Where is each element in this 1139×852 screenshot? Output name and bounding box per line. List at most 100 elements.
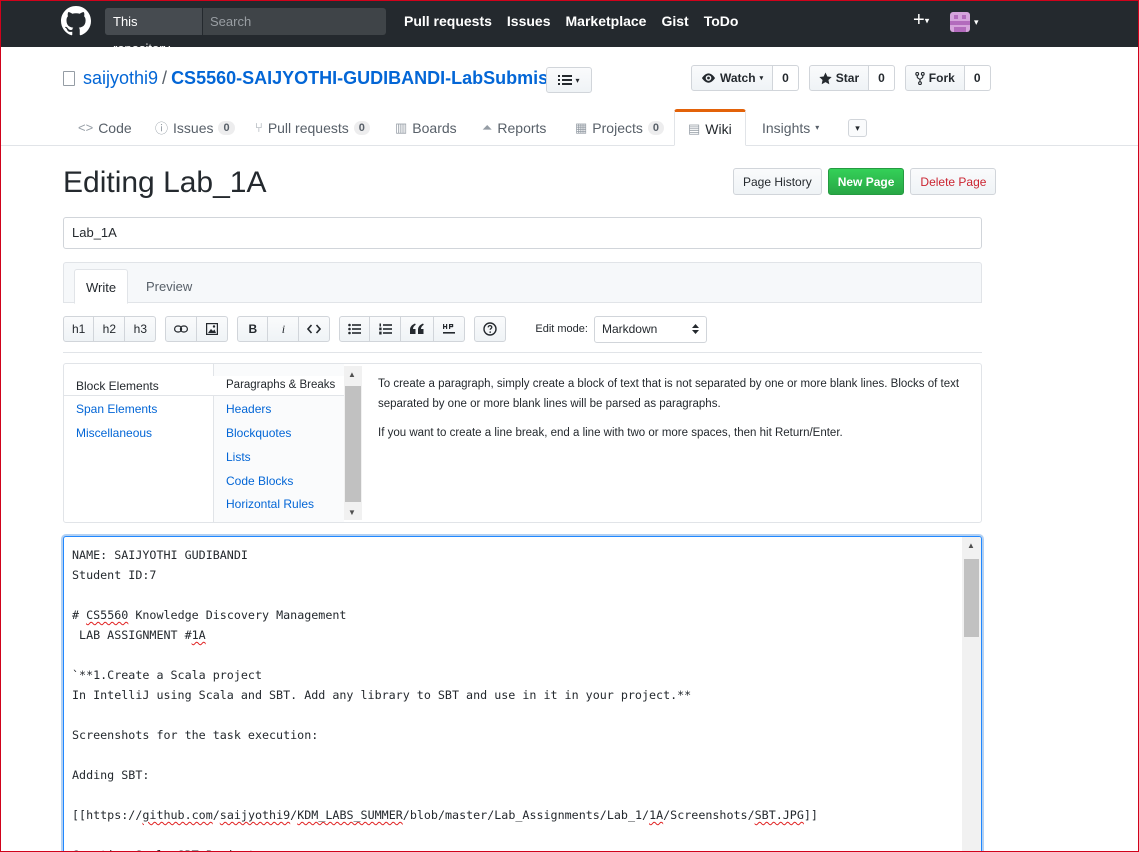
help-topic-horizontal-rules[interactable]: Horizontal Rules — [226, 497, 314, 511]
help-button[interactable] — [474, 316, 507, 342]
scroll-thumb[interactable] — [964, 559, 979, 637]
help-category-miscellaneous[interactable]: Miscellaneous — [76, 426, 152, 440]
watch-count[interactable]: 0 — [773, 65, 799, 91]
global-nav: Pull requests Issues Marketplace Gist To… — [404, 13, 738, 29]
create-new-menu[interactable]: +▾ — [913, 10, 929, 31]
editor-line: # CS5560 Knowledge Discovery Management — [72, 608, 347, 622]
help-paragraph: If you want to create a line break, end … — [378, 427, 843, 439]
scroll-up-icon[interactable]: ▲ — [967, 541, 975, 550]
user-menu[interactable]: ▾ — [950, 12, 979, 32]
edit-mode-select[interactable]: Markdown — [593, 315, 707, 343]
tab-preview[interactable]: Preview — [135, 269, 203, 304]
divider — [63, 352, 982, 353]
quote-button[interactable] — [401, 316, 435, 342]
help-category-block-elements[interactable]: Block Elements — [76, 379, 159, 393]
tab-label: Boards — [412, 119, 457, 136]
page-title-input[interactable]: Lab_1A — [63, 217, 982, 249]
help-topic-headers[interactable]: Headers — [226, 402, 271, 416]
horizontal-rule-button[interactable] — [434, 316, 466, 342]
tab-write[interactable]: Write — [74, 269, 129, 304]
star-count[interactable]: 0 — [869, 65, 895, 91]
editor-line: In IntelliJ using Scala and SBT. Add any… — [72, 688, 692, 702]
nav-marketplace[interactable]: Marketplace — [566, 13, 647, 29]
image-button[interactable] — [197, 316, 229, 342]
tab-boards[interactable]: ▥ Boards — [395, 109, 457, 146]
tab-code[interactable]: <> Code — [78, 109, 132, 146]
ordered-list-icon — [379, 323, 392, 335]
repo-separator: / — [162, 68, 168, 88]
fork-count[interactable]: 0 — [964, 65, 991, 91]
nav-pull-requests[interactable]: Pull requests — [404, 13, 492, 29]
fork-icon — [915, 71, 925, 85]
editor-content[interactable]: NAME: SAIJYOTHI GUDIBANDI Student ID:7 ​ # … — [72, 545, 952, 852]
star-icon — [819, 71, 832, 84]
h3-button[interactable]: h3 — [125, 316, 157, 342]
editor-line: ​ — [72, 585, 952, 605]
unordered-list-button[interactable] — [339, 316, 371, 342]
wiki-body-editor[interactable]: NAME: SAIJYOTHI GUDIBANDI Student ID:7 ​ # … — [63, 536, 982, 852]
tab-pull-requests[interactable]: ⑂ Pull requests 0 — [255, 109, 370, 146]
chevron-down-icon: ▾ — [575, 75, 580, 85]
page-actions: Page History New Page Delete Page — [733, 168, 997, 195]
search-input[interactable] — [203, 8, 386, 35]
repo-owner-link[interactable]: saijyothi9 — [83, 68, 158, 89]
new-page-button[interactable]: New Page — [827, 168, 905, 195]
help-topic-code-blocks[interactable]: Code Blocks — [226, 474, 293, 488]
plus-icon: + — [913, 9, 925, 31]
help-topic-blockquotes[interactable]: Blockquotes — [226, 426, 291, 440]
bold-button[interactable]: B — [237, 316, 269, 342]
quote-icon — [410, 323, 425, 334]
ordered-list-button[interactable] — [370, 316, 402, 342]
editor-line: Screenshots for the task execution: — [72, 728, 319, 742]
boards-icon: ▥ — [395, 119, 408, 135]
tab-reports[interactable]: ⏶ Reports — [482, 109, 546, 146]
h1-button[interactable]: h1 — [63, 316, 95, 342]
nav-issues[interactable]: Issues — [507, 13, 551, 29]
help-group — [474, 316, 507, 342]
repo-menu-button[interactable]: ▾ — [546, 67, 592, 93]
chevron-down-icon: ▾ — [924, 15, 930, 26]
italic-button[interactable]: i — [268, 316, 300, 342]
more-tabs-button[interactable]: ▾ — [848, 119, 867, 137]
scroll-up-icon[interactable]: ▲ — [348, 370, 356, 379]
help-paragraph: To create a paragraph, simply create a b… — [378, 378, 960, 410]
help-topic-paragraphs[interactable]: Paragraphs & Breaks — [226, 379, 335, 391]
tab-wiki[interactable]: ▤ Wiki — [674, 109, 746, 146]
list-icon — [558, 75, 573, 85]
code-button[interactable] — [299, 316, 331, 342]
help-category-span-elements[interactable]: Span Elements — [76, 402, 157, 416]
link-button[interactable] — [165, 316, 198, 342]
h2-button[interactable]: h2 — [94, 316, 126, 342]
help-topic-lists[interactable]: Lists — [226, 450, 251, 464]
page-title: Editing Lab_1A — [63, 166, 267, 199]
editor-line: Creating Scala SBT Project: — [72, 845, 952, 852]
fork-label: Fork — [928, 71, 955, 85]
nav-gist[interactable]: Gist — [661, 13, 688, 29]
fork-button[interactable]: Fork — [904, 65, 965, 91]
search-scope-label[interactable]: This repository — [105, 8, 203, 56]
nav-todo[interactable]: ToDo — [704, 13, 739, 29]
format-group: B i — [237, 316, 331, 342]
editor-scrollbar[interactable]: ▲ — [962, 537, 981, 852]
help-content: To create a paragraph, simply create a b… — [378, 374, 968, 452]
chevron-down-icon: ▾ — [855, 122, 860, 133]
scroll-thumb[interactable] — [345, 386, 361, 502]
help-scrollbar[interactable]: ▲ ▼ — [344, 366, 362, 520]
editor-line: ​ — [72, 785, 952, 805]
watch-button[interactable]: Watch ▾ — [691, 65, 774, 91]
github-logo-icon[interactable] — [61, 6, 91, 36]
tab-insights[interactable]: Insights ▾ — [762, 109, 819, 146]
code-icon: <> — [78, 120, 94, 135]
page-history-button[interactable]: Page History — [733, 168, 822, 195]
tab-label: Code — [98, 119, 132, 136]
markdown-toolbar: h1 h2 h3 B i Edit mode: Markdown — [63, 315, 707, 343]
delete-page-button[interactable]: Delete Page — [910, 168, 997, 195]
tab-projects[interactable]: ▦ Projects 0 — [575, 109, 664, 146]
scroll-down-icon[interactable]: ▼ — [348, 508, 356, 517]
repo-name-link[interactable]: CS5560-SAIJYOTHI-GUDIBANDI-LabSubmission… — [171, 68, 591, 89]
tab-issues[interactable]: ⓘ Issues 0 — [155, 109, 235, 146]
star-button[interactable]: Star — [808, 65, 870, 91]
watch-group: Watch ▾ 0 — [691, 65, 799, 91]
watch-label: Watch — [720, 71, 756, 85]
heading-group: h1 h2 h3 — [63, 316, 157, 342]
